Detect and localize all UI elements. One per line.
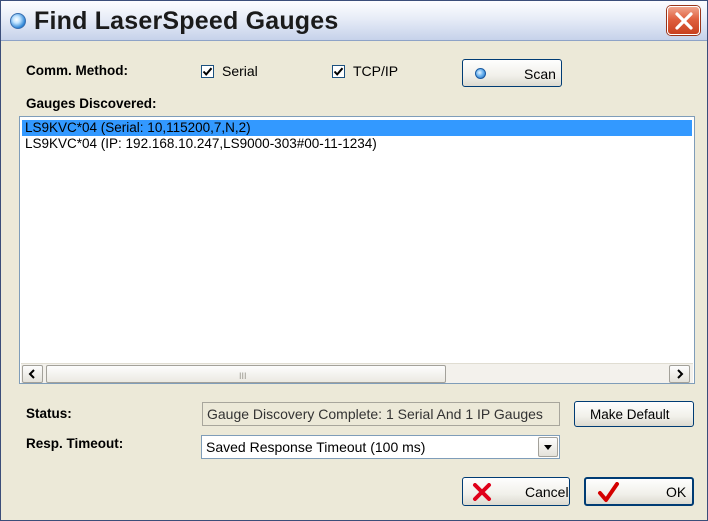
checkmark-icon bbox=[333, 67, 344, 76]
list-item[interactable]: LS9KVC*04 (IP: 192.168.10.247,LS9000-303… bbox=[22, 136, 377, 152]
make-default-label: Make Default bbox=[590, 407, 670, 422]
timeout-selected-value: Saved Response Timeout (100 ms) bbox=[206, 439, 426, 455]
close-x-icon bbox=[675, 12, 693, 30]
scan-button[interactable]: Scan bbox=[462, 59, 562, 87]
horizontal-scrollbar[interactable]: III bbox=[21, 363, 693, 383]
make-default-button[interactable]: Make Default bbox=[574, 401, 694, 427]
scroll-grip: III bbox=[239, 371, 247, 381]
tcpip-checkbox[interactable]: TCP/IP bbox=[332, 63, 398, 79]
serial-label: Serial bbox=[222, 63, 258, 79]
chevron-right-icon bbox=[677, 369, 684, 379]
window-title: Find LaserSpeed Gauges bbox=[34, 7, 339, 35]
scroll-thumb[interactable]: III bbox=[46, 365, 446, 383]
close-button[interactable] bbox=[667, 6, 700, 35]
resp-timeout-label: Resp. Timeout: bbox=[26, 436, 124, 451]
list-item[interactable]: LS9KVC*04 (Serial: 10,115200,7,N,2) bbox=[22, 120, 692, 136]
serial-checkbox[interactable]: Serial bbox=[201, 63, 258, 79]
tcpip-check-box[interactable] bbox=[332, 64, 345, 78]
chevron-down-icon bbox=[544, 445, 552, 450]
scan-orb-icon bbox=[475, 68, 486, 79]
gauges-listbox[interactable]: LS9KVC*04 (Serial: 10,115200,7,N,2) LS9K… bbox=[19, 116, 695, 384]
ok-button[interactable]: OK bbox=[584, 477, 694, 506]
chevron-left-icon bbox=[28, 369, 35, 379]
dropdown-button[interactable] bbox=[538, 437, 558, 457]
gauges-discovered-label: Gauges Discovered: bbox=[26, 96, 157, 111]
status-label: Status: bbox=[26, 406, 72, 421]
ok-button-label: OK bbox=[666, 484, 687, 500]
app-orb-icon bbox=[10, 13, 26, 29]
tcpip-label: TCP/IP bbox=[353, 63, 399, 79]
scan-button-label: Scan bbox=[524, 66, 556, 82]
ok-check-icon bbox=[598, 482, 619, 502]
scroll-right-button[interactable] bbox=[669, 365, 690, 383]
checkmark-icon bbox=[202, 67, 213, 76]
scroll-left-button[interactable] bbox=[22, 365, 43, 383]
cancel-x-icon bbox=[473, 483, 491, 501]
comm-method-label: Comm. Method: bbox=[26, 63, 128, 78]
find-gauges-dialog: Find LaserSpeed Gauges Comm. Method: Ser… bbox=[0, 0, 708, 521]
title-bar[interactable]: Find LaserSpeed Gauges bbox=[1, 1, 707, 41]
cancel-button[interactable]: Cancel bbox=[462, 477, 570, 506]
status-field: Gauge Discovery Complete: 1 Serial And 1… bbox=[202, 402, 560, 426]
serial-check-box[interactable] bbox=[201, 64, 214, 78]
cancel-button-label: Cancel bbox=[525, 484, 569, 500]
timeout-select[interactable]: Saved Response Timeout (100 ms) bbox=[201, 435, 560, 459]
